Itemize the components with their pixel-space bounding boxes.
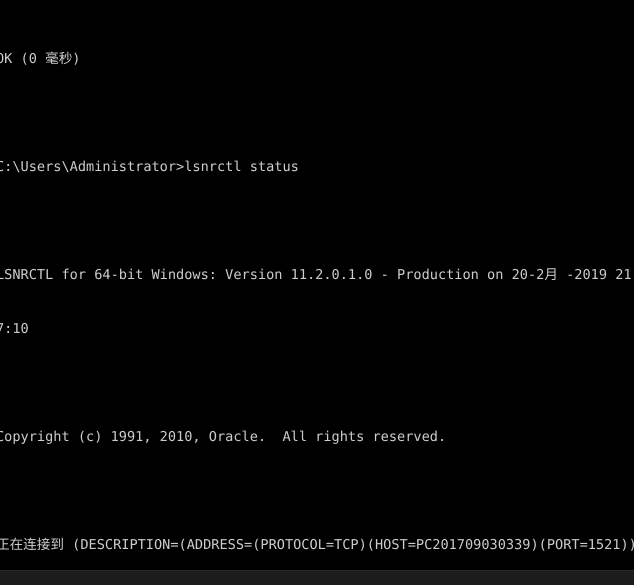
console-line-banner-wrap: 7:10: [0, 321, 29, 337]
console-line-blank-3: [0, 374, 634, 392]
console-line-blank-4: [0, 482, 634, 500]
console-text-surface: OK (0 毫秒) C:\Users\Administrator>lsnrctl…: [0, 0, 634, 585]
console-bottom-bar: [0, 570, 634, 585]
console-line-blank-2: [0, 212, 634, 230]
console-line-copyright: Copyright (c) 1991, 2010, Oracle. All ri…: [0, 429, 447, 445]
console-line-connecting: 正在连接到 (DESCRIPTION=(ADDRESS=(PROTOCOL=TC…: [0, 537, 634, 553]
console-line-ok: OK (0 毫秒): [0, 51, 81, 67]
console-line-prompt: C:\Users\Administrator>lsnrctl status: [0, 159, 299, 175]
console-line-banner: LSNRCTL for 64-bit Windows: Version 11.2…: [0, 267, 634, 283]
console-line-blank-1: [0, 104, 634, 122]
console-window[interactable]: OK (0 毫秒) C:\Users\Administrator>lsnrctl…: [0, 0, 634, 585]
